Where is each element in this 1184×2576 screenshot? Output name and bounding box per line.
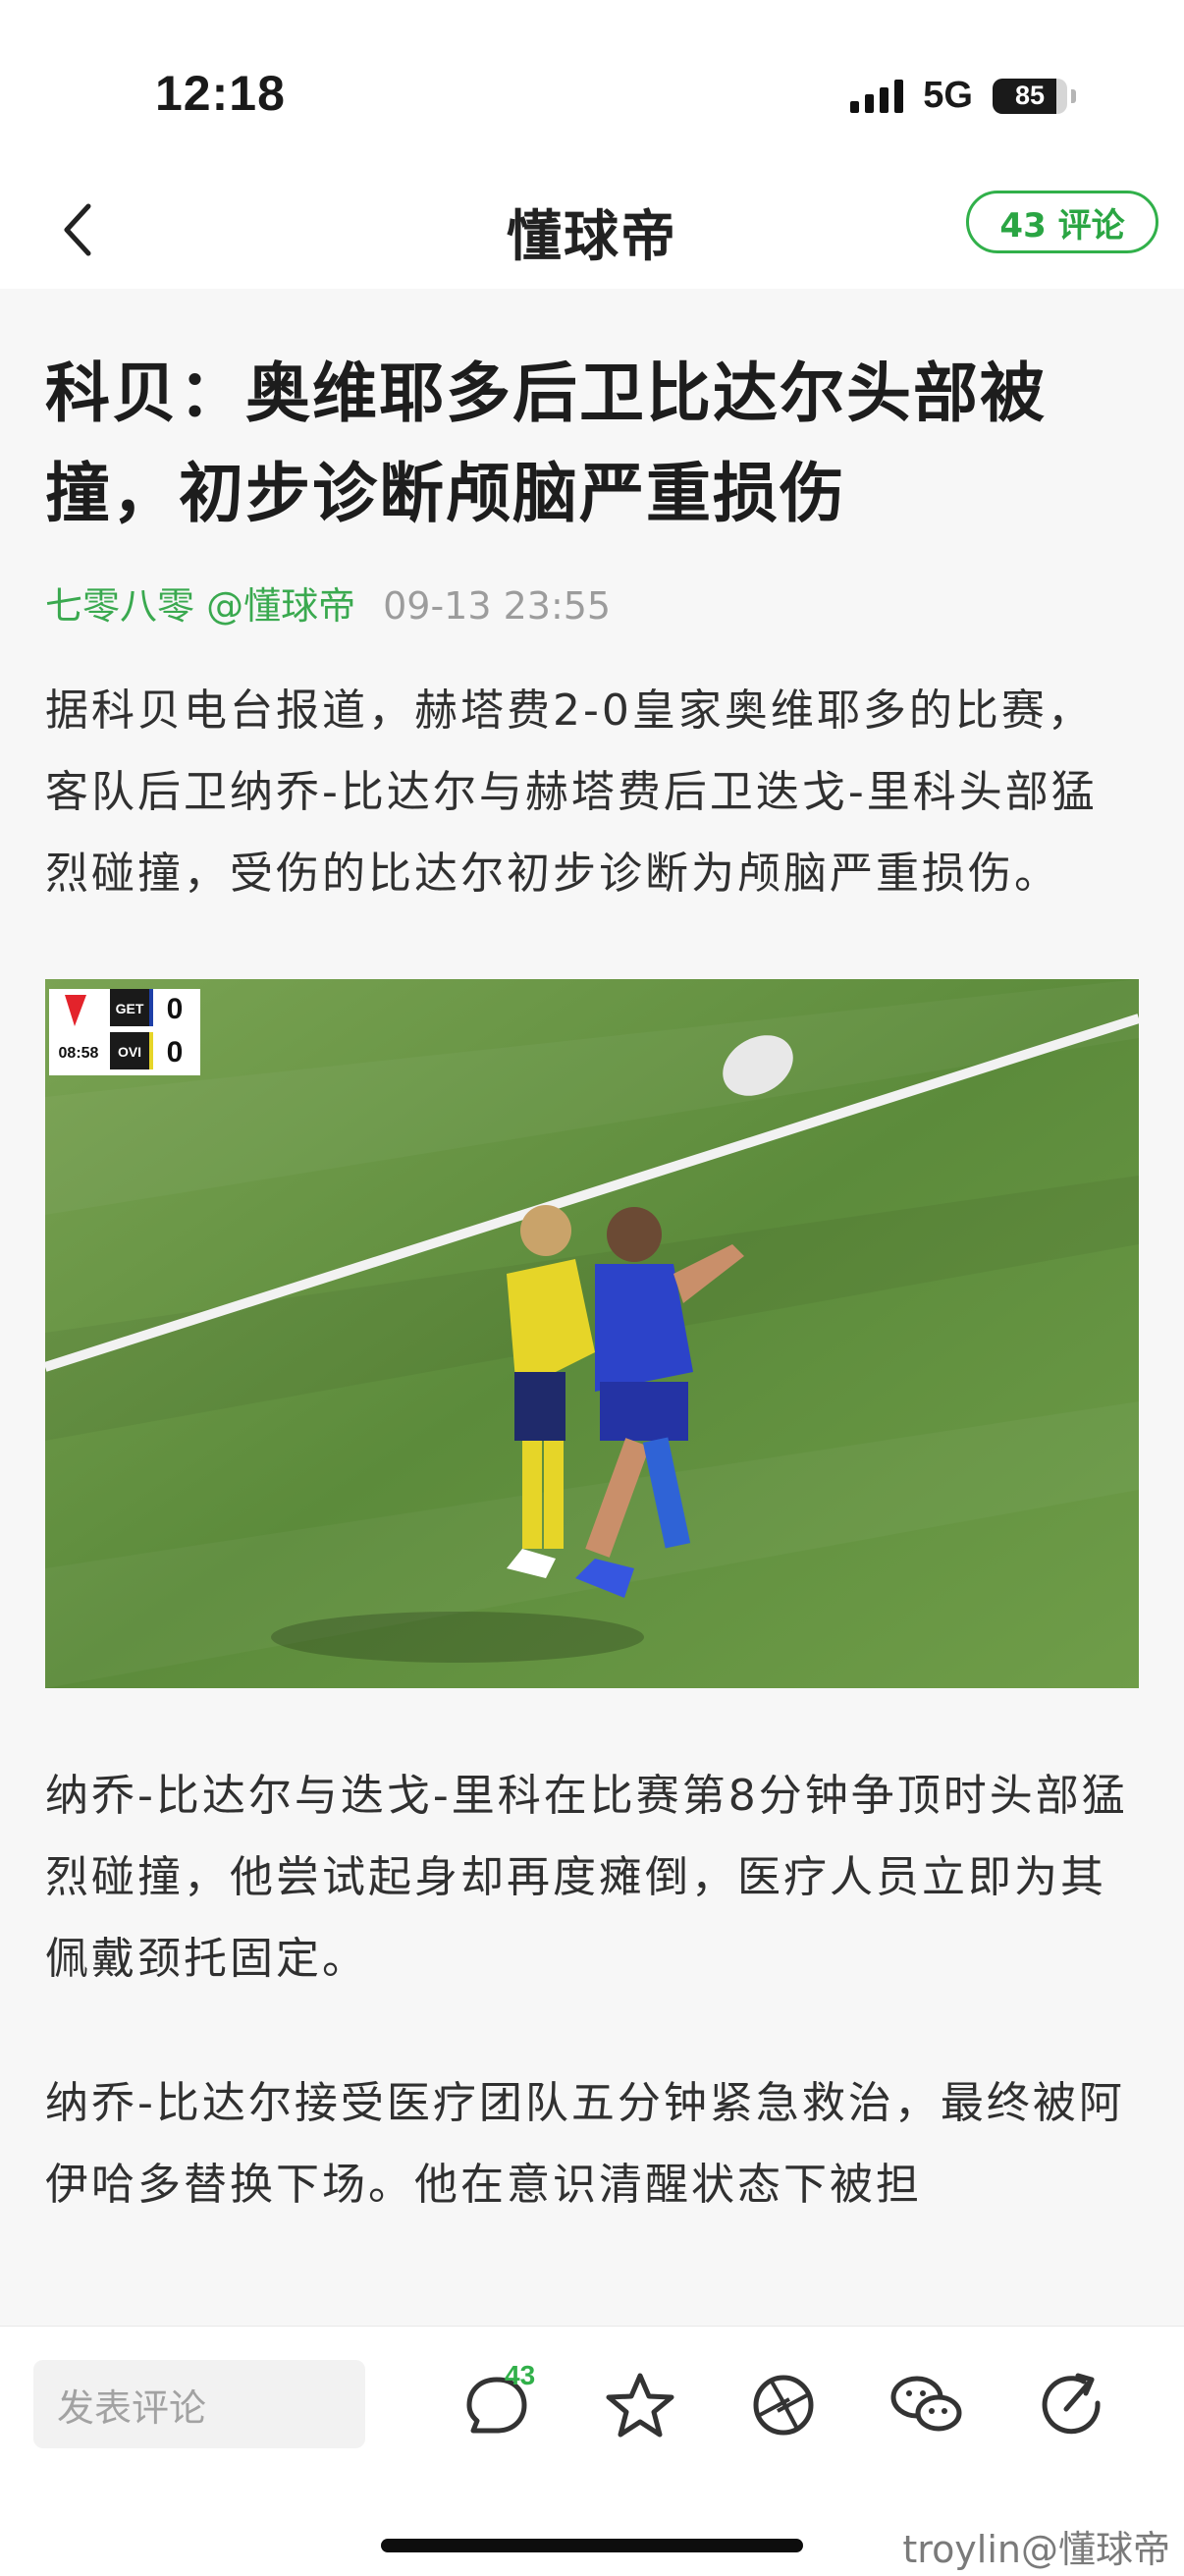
match-photo-illustration: GET OVI 0 0 08:58	[45, 979, 1139, 1688]
favorite-button[interactable]	[601, 2366, 679, 2444]
cellular-signal-icon	[850, 79, 904, 113]
article-paragraph: 据科贝电台报道，赫塔费2-0皇家奥维耶多的比赛，客队后卫纳乔-比达尔与赫塔费后卫…	[45, 685, 1098, 899]
article-timestamp: 09-13 23:55	[383, 584, 612, 628]
article: 科贝：奥维耶多后卫比达尔头部被撞，初步诊断颅脑严重损伤 七零八零 @懂球帝 09-…	[45, 289, 1139, 2225]
watermark: troylin@懂球帝	[902, 2528, 1170, 2571]
scorebug-clock: 08:58	[59, 1045, 99, 1062]
article-paragraph: 纳乔-比达尔接受医疗团队五分钟紧急救治，最终被阿伊哈多替换下场。他在意识清醒状态…	[45, 2078, 1125, 2210]
scorebug-score2: 0	[167, 1036, 184, 1069]
network-type: 5G	[923, 75, 973, 116]
article-author[interactable]: 七零八零 @懂球帝	[45, 584, 355, 628]
battery-icon: 85	[993, 78, 1067, 114]
battery-cap	[1071, 88, 1076, 103]
scorebug-score1: 0	[167, 993, 184, 1025]
status-indicators: 5G 85	[850, 75, 1076, 117]
status-time: 12:18	[155, 66, 286, 121]
bottom-toolbar: 发表评论 43 troylin@懂球帝	[0, 2326, 1184, 2576]
article-title: 科贝：奥维耶多后卫比达尔头部被撞，初步诊断颅脑严重损伤	[45, 356, 1047, 531]
battery-level: 85	[1014, 81, 1046, 110]
home-indicator[interactable]	[381, 2539, 803, 2552]
comment-input[interactable]: 发表评论	[33, 2360, 365, 2448]
comment-count-button[interactable]: 43	[457, 2360, 536, 2444]
article-paragraph: 纳乔-比达尔与迭戈-里科在比赛第8分钟争顶时头部猛烈碰撞，他尝试起身却再度瘫倒，…	[45, 1771, 1128, 1984]
shutter-icon	[753, 2375, 814, 2436]
scorebug-team1: GET	[116, 1001, 144, 1016]
article-meta: 七零八零 @懂球帝 09-13 23:55	[45, 581, 1139, 630]
comments-button[interactable]: 43 评论	[966, 191, 1158, 253]
scorebug-team2: OVI	[118, 1044, 141, 1060]
wechat-share-button[interactable]	[888, 2366, 966, 2444]
star-icon	[606, 2373, 674, 2438]
share-button[interactable]	[1033, 2366, 1111, 2444]
wechat-icon	[890, 2376, 962, 2432]
share-icon	[1042, 2373, 1101, 2435]
moments-share-button[interactable]	[744, 2366, 823, 2444]
article-photo[interactable]: GET OVI 0 0 08:58	[45, 979, 1139, 1688]
comment-count-badge: 43	[505, 2360, 536, 2390]
status-bar: 12:18 5G 85	[0, 0, 1184, 167]
scorebug: GET OVI 0 0 08:58	[49, 989, 200, 1075]
nav-bar: 懂球帝 43 评论	[0, 167, 1184, 289]
